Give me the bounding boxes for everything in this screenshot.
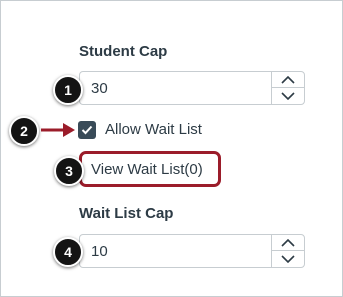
wait-list-cap-stepper [271, 235, 304, 267]
wait-list-cap-decrement-button[interactable] [272, 251, 304, 267]
student-cap-decrement-button[interactable] [272, 88, 304, 104]
chevron-down-icon [281, 92, 295, 100]
allow-wait-list-checkbox[interactable] [78, 121, 96, 139]
student-cap-label: Student Cap [79, 43, 168, 60]
callout-1: 1 [53, 75, 83, 105]
wait-list-cap-increment-button[interactable] [272, 235, 304, 251]
view-wait-list-link[interactable]: View Wait List(0) [91, 161, 203, 178]
allow-wait-list-label[interactable]: Allow Wait List [105, 121, 202, 138]
wait-list-cap-value: 10 [91, 243, 108, 260]
wait-list-cap-input[interactable]: 10 [79, 234, 305, 268]
enrollment-settings-panel: Student Cap 30 1 2 Allow Wait List View … [0, 0, 343, 297]
wait-list-cap-label: Wait List Cap [79, 205, 174, 222]
student-cap-input[interactable]: 30 [79, 71, 305, 105]
checkmark-icon [81, 125, 93, 135]
student-cap-increment-button[interactable] [272, 72, 304, 88]
student-cap-stepper [271, 72, 304, 104]
student-cap-value: 30 [91, 80, 108, 97]
chevron-down-icon [281, 255, 295, 263]
callout-2: 2 [9, 116, 39, 146]
callout-3: 3 [54, 156, 84, 186]
callout-4: 4 [53, 237, 83, 267]
arrow-right-icon [41, 123, 75, 137]
chevron-up-icon [281, 75, 295, 84]
chevron-up-icon [281, 238, 295, 247]
